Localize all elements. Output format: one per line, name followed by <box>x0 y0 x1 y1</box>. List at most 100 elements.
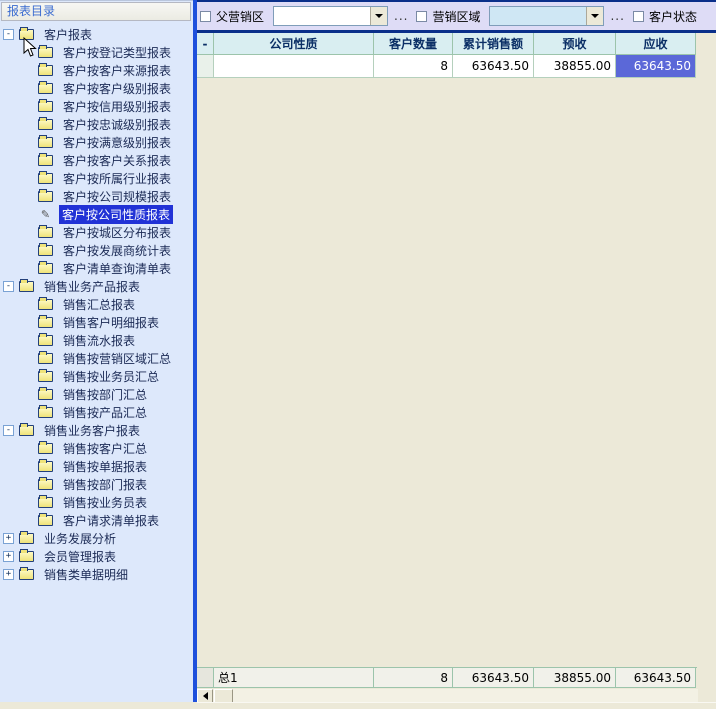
combobox-dropdown-button[interactable] <box>370 7 387 25</box>
tree-item[interactable]: 销售按营销区域汇总 <box>0 349 193 367</box>
tree-item-label[interactable]: 销售按部门报表 <box>60 475 150 494</box>
tree-item[interactable]: 销售汇总报表 <box>0 295 193 313</box>
combobox-value[interactable] <box>274 7 370 25</box>
row-indicator-cell[interactable] <box>197 55 214 78</box>
tree-item[interactable]: 客户按忠诚级别报表 <box>0 115 193 133</box>
combobox-dropdown-button[interactable] <box>586 7 603 25</box>
tree-item[interactable]: - 销售业务客户报表 <box>0 421 193 439</box>
tree-item-label[interactable]: 销售业务客户报表 <box>41 421 143 440</box>
tree-item[interactable]: 销售按部门报表 <box>0 475 193 493</box>
tree-item-label[interactable]: 销售客户明细报表 <box>60 313 162 332</box>
tree-item[interactable]: 客户按所属行业报表 <box>0 169 193 187</box>
column-header[interactable]: 累计销售额 <box>453 33 534 55</box>
filter-checkbox[interactable] <box>200 11 211 22</box>
tree-item[interactable]: 销售流水报表 <box>0 331 193 349</box>
horizontal-scrollbar[interactable] <box>197 689 698 703</box>
filter-checkbox[interactable] <box>416 11 427 22</box>
tree-item-label[interactable]: 客户按客户关系报表 <box>60 151 174 170</box>
tree-item-label[interactable]: 客户按城区分布报表 <box>60 223 174 242</box>
tree-item-label[interactable]: 销售按业务员表 <box>60 493 150 512</box>
tree-item-label[interactable]: 销售按产品汇总 <box>60 403 150 422</box>
tree-item[interactable]: 客户按客户来源报表 <box>0 61 193 79</box>
folder-icon <box>38 335 53 346</box>
tree-item[interactable]: + 销售类单据明细 <box>0 565 193 583</box>
column-header[interactable]: 应收 <box>616 33 696 55</box>
data-cell[interactable]: 63643.50 <box>453 55 534 78</box>
tree-item-label[interactable]: 销售业务产品报表 <box>41 277 143 296</box>
tree-item[interactable]: 客户按登记类型报表 <box>0 43 193 61</box>
tree-item[interactable]: 销售按客户汇总 <box>0 439 193 457</box>
tree-item-label[interactable]: 客户按公司性质报表 <box>59 205 173 224</box>
collapse-toggle-icon[interactable]: - <box>3 425 14 436</box>
tree-item-label[interactable]: 客户按信用级别报表 <box>60 97 174 116</box>
tree-item[interactable]: 销售按业务员表 <box>0 493 193 511</box>
tree-item-label[interactable]: 销售流水报表 <box>60 331 138 350</box>
tree-item[interactable]: 客户按城区分布报表 <box>0 223 193 241</box>
tree-item-label[interactable]: 销售按营销区域汇总 <box>60 349 174 368</box>
filter-combobox[interactable] <box>273 6 388 26</box>
tree-item-label[interactable]: 客户按所属行业报表 <box>60 169 174 188</box>
tree-item[interactable]: ✎客户按公司性质报表 <box>0 205 193 223</box>
expand-toggle-icon[interactable]: + <box>3 551 14 562</box>
tree-item[interactable]: 销售按部门汇总 <box>0 385 193 403</box>
grid-corner-cell[interactable]: - <box>197 33 214 55</box>
tree-item-label[interactable]: 客户按发展商统计表 <box>60 241 174 260</box>
folder-icon <box>38 443 53 454</box>
selected-cell[interactable]: 63643.50 <box>616 55 696 78</box>
tree-item[interactable]: 客户按满意级别报表 <box>0 133 193 151</box>
tree-item[interactable]: - 客户报表 <box>0 25 193 43</box>
tree-item[interactable]: + 业务发展分析 <box>0 529 193 547</box>
tree-item[interactable]: 客户按客户级别报表 <box>0 79 193 97</box>
tree-item-label[interactable]: 客户按忠诚级别报表 <box>60 115 174 134</box>
tree-item[interactable]: 客户按客户关系报表 <box>0 151 193 169</box>
tree-item[interactable]: + 会员管理报表 <box>0 547 193 565</box>
tree-item[interactable]: 销售按产品汇总 <box>0 403 193 421</box>
combobox-value[interactable] <box>490 7 586 25</box>
tree-item-label[interactable]: 销售类单据明细 <box>41 565 131 584</box>
chevron-down-icon <box>375 14 383 18</box>
tree-item-label[interactable]: 客户按登记类型报表 <box>60 43 174 62</box>
scrollbar-thumb[interactable] <box>214 689 233 703</box>
tree-item-label[interactable]: 客户按公司规模报表 <box>60 187 174 206</box>
more-options-button[interactable]: ... <box>394 9 408 23</box>
filter-combobox[interactable] <box>489 6 604 26</box>
tree-item[interactable]: 客户请求清单报表 <box>0 511 193 529</box>
expand-toggle-icon[interactable]: + <box>3 569 14 580</box>
tree-item-label[interactable]: 客户报表 <box>41 25 95 44</box>
tree-item-label[interactable]: 客户按客户来源报表 <box>60 61 174 80</box>
collapse-toggle-icon[interactable]: - <box>3 281 14 292</box>
tree-item-label[interactable]: 客户清单查询清单表 <box>60 259 174 278</box>
tree-item-label[interactable]: 业务发展分析 <box>41 529 119 548</box>
collapse-toggle-icon[interactable]: - <box>3 29 14 40</box>
more-options-button[interactable]: ... <box>610 9 624 23</box>
tree-item[interactable]: 销售客户明细报表 <box>0 313 193 331</box>
tree-item[interactable]: 客户按发展商统计表 <box>0 241 193 259</box>
folder-icon <box>38 515 53 526</box>
tree-item[interactable]: - 销售业务产品报表 <box>0 277 193 295</box>
column-header[interactable]: 公司性质 <box>214 33 374 55</box>
tree-item[interactable]: 销售按单据报表 <box>0 457 193 475</box>
tree-item-label[interactable]: 客户按客户级别报表 <box>60 79 174 98</box>
data-cell[interactable]: 38855.00 <box>534 55 616 78</box>
tree-item-label[interactable]: 销售按客户汇总 <box>60 439 150 458</box>
scroll-left-button[interactable] <box>197 689 213 703</box>
tree-item-label[interactable]: 销售按单据报表 <box>60 457 150 476</box>
tree-item-label[interactable]: 会员管理报表 <box>41 547 119 566</box>
tree-item[interactable]: 销售按业务员汇总 <box>0 367 193 385</box>
tree-item[interactable]: 客户按公司规模报表 <box>0 187 193 205</box>
data-cell[interactable]: 8 <box>374 55 453 78</box>
column-header[interactable]: 客户数量 <box>374 33 453 55</box>
tree-item[interactable]: 客户按信用级别报表 <box>0 97 193 115</box>
tree-item-label[interactable]: 销售按业务员汇总 <box>60 367 162 386</box>
tree-item-label[interactable]: 客户请求清单报表 <box>60 511 162 530</box>
data-cell[interactable] <box>214 55 374 78</box>
tree-item-label[interactable]: 销售按部门汇总 <box>60 385 150 404</box>
filter-checkbox[interactable] <box>633 11 644 22</box>
folder-icon <box>38 245 53 256</box>
tree-item[interactable]: 客户清单查询清单表 <box>0 259 193 277</box>
tree-item-label[interactable]: 客户按满意级别报表 <box>60 133 174 152</box>
tree-item-label[interactable]: 销售汇总报表 <box>60 295 138 314</box>
folder-icon <box>19 281 34 292</box>
expand-toggle-icon[interactable]: + <box>3 533 14 544</box>
column-header[interactable]: 预收 <box>534 33 616 55</box>
